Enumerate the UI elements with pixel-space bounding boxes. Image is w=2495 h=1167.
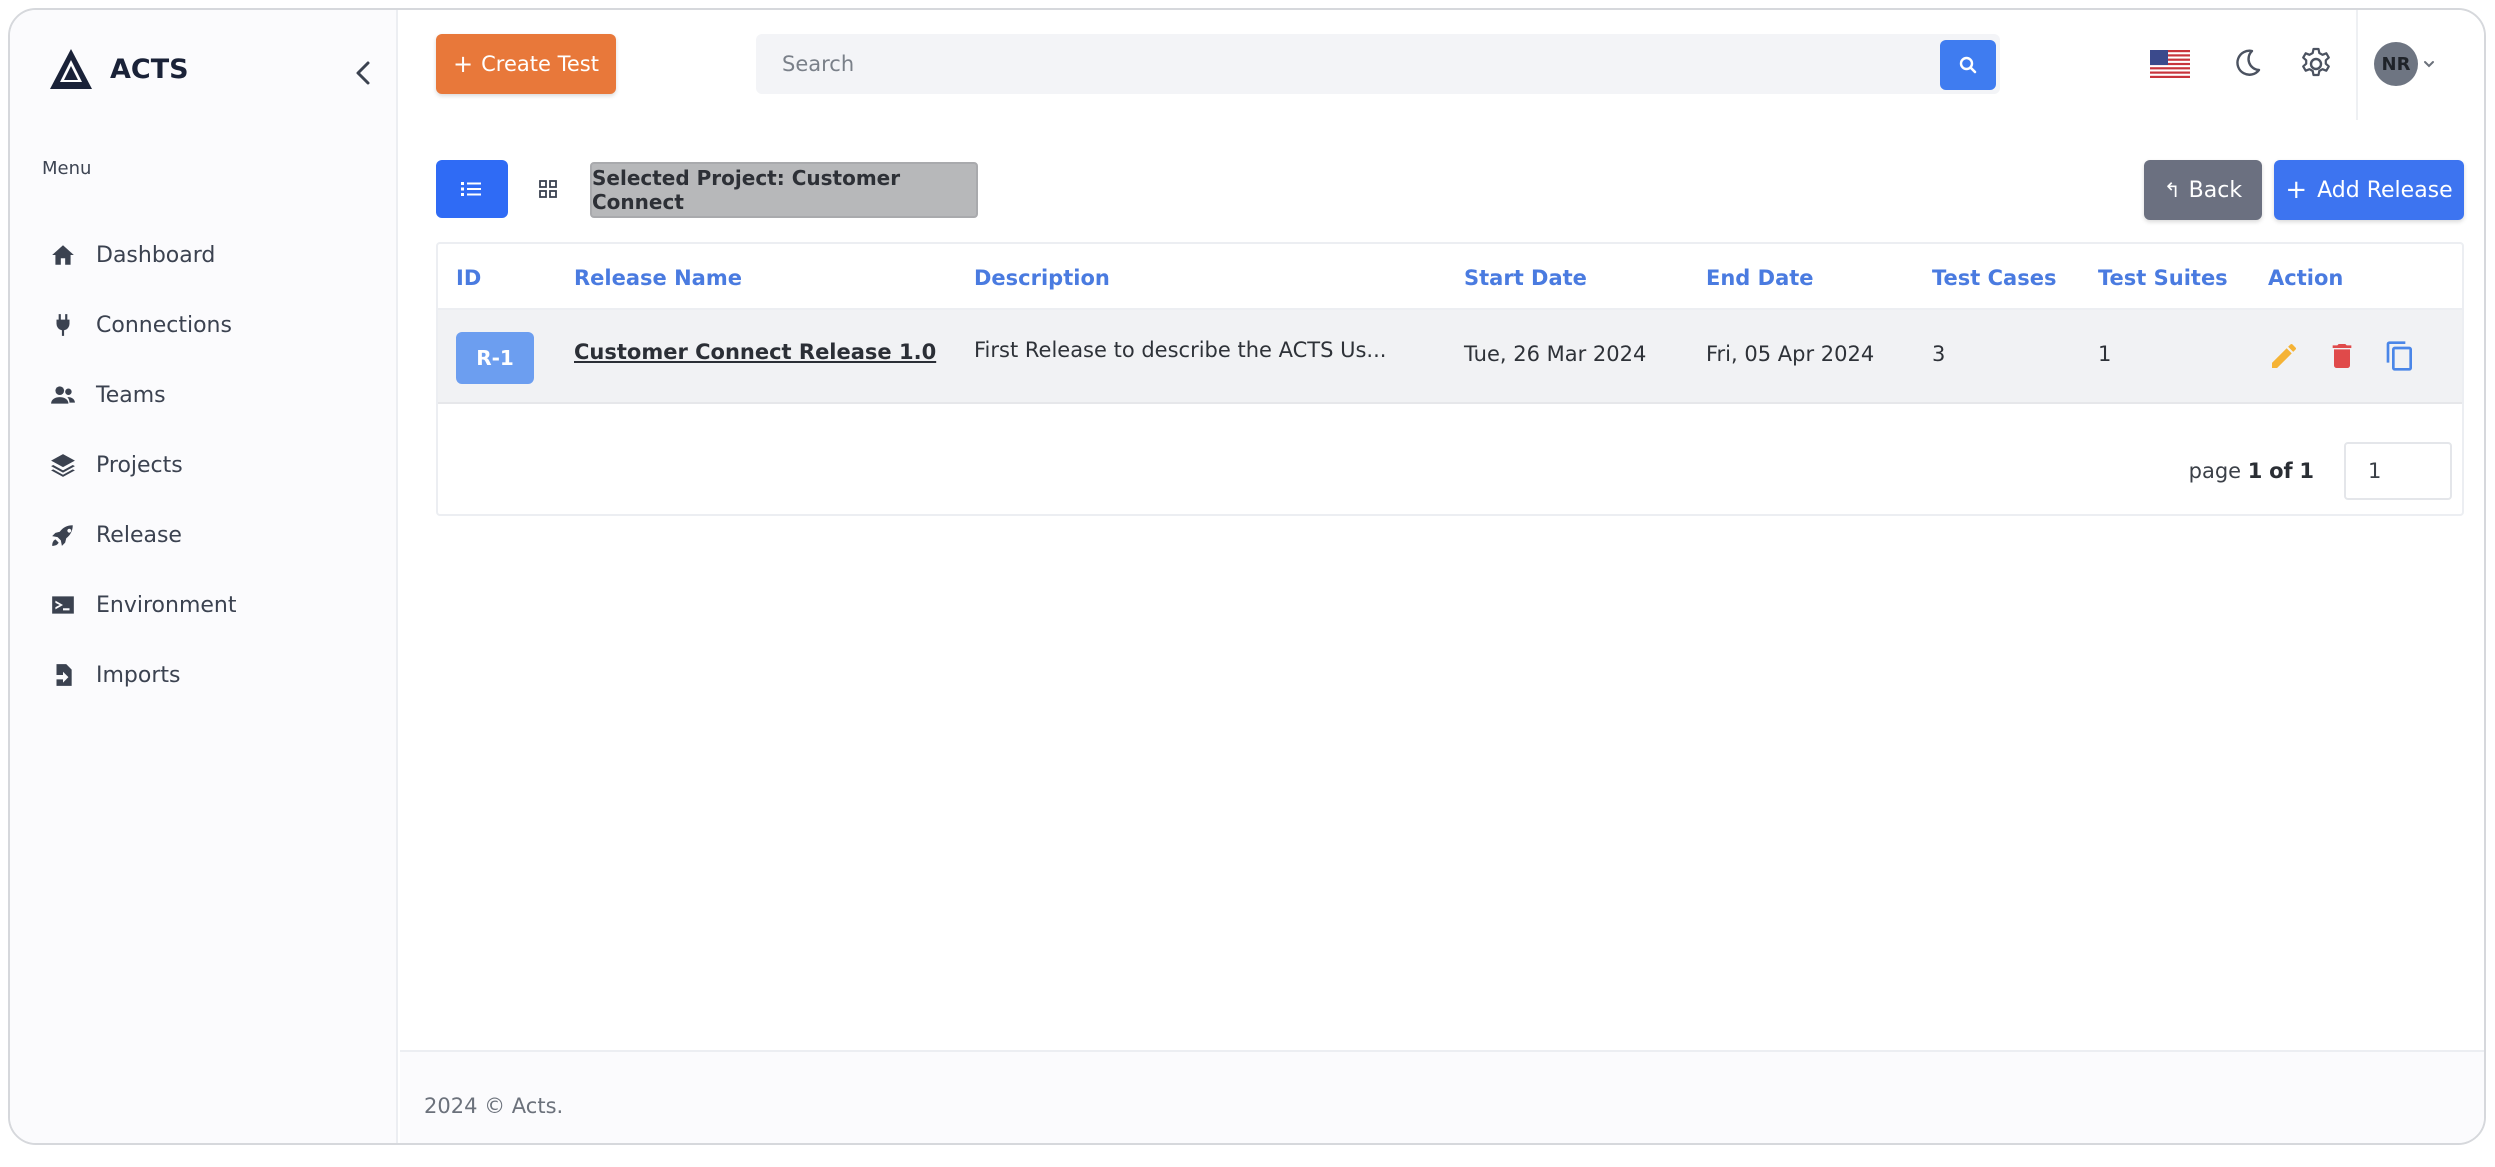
app-window: ACTS Menu Dashboard Connections Teams Pr… (8, 8, 2486, 1145)
back-button[interactable]: ↰ Back (2144, 160, 2262, 220)
chevron-left-icon[interactable] (348, 56, 378, 90)
create-test-label: Create Test (481, 52, 599, 76)
release-test-suites: 1 (2098, 342, 2112, 366)
release-start-date: Tue, 26 Mar 2024 (1464, 342, 1647, 366)
column-header-test-suites[interactable]: Test Suites (2098, 266, 2228, 290)
grid-view-button[interactable] (518, 160, 578, 218)
column-header-test-cases[interactable]: Test Cases (1932, 266, 2056, 290)
users-icon (48, 380, 78, 410)
plus-icon: + (2285, 175, 2308, 205)
pagination-current: 1 (2247, 459, 2263, 483)
column-header-action: Action (2268, 266, 2344, 290)
pagination: page 1 of 1 (2189, 442, 2452, 500)
search-button[interactable] (1940, 40, 1996, 90)
grid-icon (539, 180, 557, 198)
sidebar-item-label: Dashboard (96, 242, 216, 268)
file-import-icon (48, 660, 78, 690)
pagination-label: page 1 of 1 (2189, 459, 2314, 483)
sidebar-item-release[interactable]: Release (48, 500, 378, 570)
sidebar-item-label: Imports (96, 662, 181, 688)
pagination-prefix: page (2188, 459, 2242, 483)
menu-title: Menu (42, 158, 92, 179)
topbar-divider (2356, 10, 2358, 120)
app-name: ACTS (110, 53, 189, 85)
pagination-total: 1 (2299, 459, 2314, 483)
layers-icon (48, 450, 78, 480)
search-bar (756, 34, 2000, 94)
column-header-release-name[interactable]: Release Name (574, 266, 742, 290)
brand[interactable]: ACTS (48, 46, 189, 92)
sidebar-item-label: Teams (96, 382, 166, 408)
sidebar-item-connections[interactable]: Connections (48, 290, 378, 360)
selected-project-badge: Selected Project: Customer Connect (590, 162, 978, 218)
terminal-icon (48, 590, 78, 620)
sidebar: ACTS Menu Dashboard Connections Teams Pr… (10, 10, 398, 1143)
search-input[interactable] (756, 34, 1926, 94)
sidebar-item-label: Projects (96, 452, 183, 478)
search-icon (1959, 56, 1977, 74)
plug-icon (48, 310, 78, 340)
main-content: Selected Project: Customer Connect ↰ Bac… (400, 120, 2484, 1060)
plus-icon: + (453, 50, 474, 78)
add-release-label: Add Release (2317, 177, 2453, 203)
chevron-down-icon (2424, 61, 2434, 68)
edit-pencil-icon[interactable] (2268, 340, 2300, 372)
delete-trash-icon[interactable] (2326, 340, 2358, 372)
column-header-id[interactable]: ID (456, 266, 481, 290)
topbar: + Create Test Search NR (400, 10, 2484, 120)
reply-icon: ↰ (2163, 178, 2181, 202)
pagination-of: of (2269, 459, 2293, 483)
copy-icon[interactable] (2384, 340, 2416, 372)
column-header-start-date[interactable]: Start Date (1464, 266, 1587, 290)
sidebar-nav: Dashboard Connections Teams Projects Rel… (48, 220, 378, 710)
table-row[interactable]: R-1 Customer Connect Release 1.0 First R… (438, 310, 2462, 404)
sidebar-item-label: Environment (96, 592, 237, 618)
release-name-link[interactable]: Customer Connect Release 1.0 (574, 340, 936, 364)
table-header: ID Release Name Description Start Date E… (438, 244, 2462, 310)
release-test-cases: 3 (1932, 342, 1946, 366)
add-release-button[interactable]: + Add Release (2274, 160, 2464, 220)
list-view-button[interactable] (436, 160, 508, 218)
release-id-badge[interactable]: R-1 (456, 332, 534, 384)
avatar: NR (2374, 42, 2418, 86)
us-flag-icon[interactable] (2150, 50, 2190, 78)
sidebar-item-teams[interactable]: Teams (48, 360, 378, 430)
rocket-icon (48, 520, 78, 550)
column-header-end-date[interactable]: End Date (1706, 266, 1814, 290)
releases-table: ID Release Name Description Start Date E… (436, 242, 2464, 516)
page-number-input[interactable] (2344, 442, 2452, 500)
sidebar-item-projects[interactable]: Projects (48, 430, 378, 500)
sidebar-item-label: Connections (96, 312, 232, 338)
release-end-date: Fri, 05 Apr 2024 (1706, 342, 1875, 366)
list-icon (461, 182, 481, 196)
user-menu[interactable]: NR (2374, 42, 2436, 86)
sidebar-item-label: Release (96, 522, 182, 548)
moon-icon[interactable] (2230, 46, 2264, 80)
gear-icon[interactable] (2298, 46, 2334, 82)
sidebar-item-imports[interactable]: Imports (48, 640, 378, 710)
home-icon (48, 240, 78, 270)
sidebar-item-environment[interactable]: Environment (48, 570, 378, 640)
sidebar-item-dashboard[interactable]: Dashboard (48, 220, 378, 290)
back-label: Back (2188, 177, 2243, 203)
footer-copyright: 2024 © Acts. (424, 1094, 564, 1118)
footer: 2024 © Acts. (400, 1050, 2484, 1143)
column-header-description[interactable]: Description (974, 266, 1110, 290)
acts-logo-icon (50, 49, 92, 89)
create-test-button[interactable]: + Create Test (436, 34, 616, 94)
release-description: First Release to describe the ACTS Us... (974, 338, 1387, 362)
